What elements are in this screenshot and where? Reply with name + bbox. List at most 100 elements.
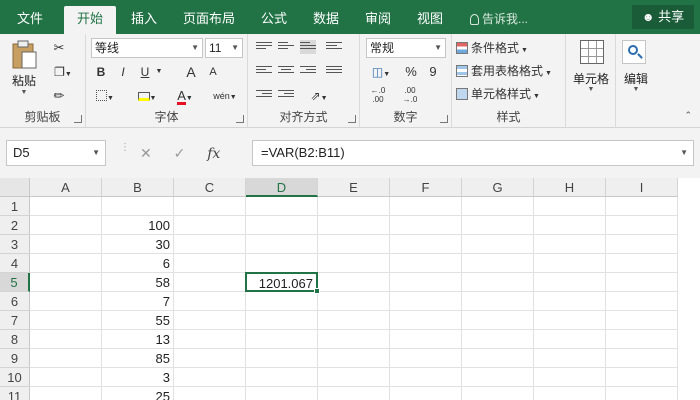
share-button[interactable]: ☻ 共享 xyxy=(632,5,694,29)
cell-f2[interactable] xyxy=(390,216,462,235)
cell-h8[interactable] xyxy=(534,330,606,349)
cell-b10[interactable]: 3 xyxy=(102,368,174,387)
tab-insert[interactable]: 插入 xyxy=(122,6,166,34)
font-color-button[interactable]: A▼ xyxy=(170,86,200,106)
cell-e6[interactable] xyxy=(318,292,390,311)
cell-b8[interactable]: 13 xyxy=(102,330,174,349)
row-header-4[interactable]: 4 xyxy=(0,254,30,273)
cell-d4[interactable] xyxy=(246,254,318,273)
cell-g2[interactable] xyxy=(462,216,534,235)
clipboard-launcher-icon[interactable] xyxy=(74,115,82,123)
enter-icon[interactable]: ✓ xyxy=(174,145,186,161)
cell-h6[interactable] xyxy=(534,292,606,311)
font-name-combo[interactable]: 等线 ▼ xyxy=(91,38,203,58)
cell-a10[interactable] xyxy=(30,368,102,387)
underline-dropdown[interactable]: ▼ xyxy=(154,62,164,82)
cell-a6[interactable] xyxy=(30,292,102,311)
cell-b5[interactable]: 58 xyxy=(102,273,174,292)
column-header-f[interactable]: F xyxy=(390,178,462,197)
tell-me-search[interactable]: 告诉我... xyxy=(470,6,528,32)
row-header-2[interactable]: 2 xyxy=(0,216,30,235)
tab-review[interactable]: 审阅 xyxy=(356,6,400,34)
column-header-a[interactable]: A xyxy=(30,178,102,197)
cell-g3[interactable] xyxy=(462,235,534,254)
wrap-text-icon[interactable] xyxy=(326,40,342,54)
insert-function-button[interactable]: fx xyxy=(207,146,220,162)
cell-i10[interactable] xyxy=(606,368,678,387)
cell-a11[interactable] xyxy=(30,387,102,400)
cell-f7[interactable] xyxy=(390,311,462,330)
fill-color-button[interactable]: ▼ xyxy=(132,86,162,106)
decrease-decimal-button[interactable]: .00 →.0 xyxy=(398,86,422,106)
cell-f3[interactable] xyxy=(390,235,462,254)
cell-b3[interactable]: 30 xyxy=(102,235,174,254)
formula-bar-splitter[interactable]: ⋮ xyxy=(120,143,130,153)
column-header-e[interactable]: E xyxy=(318,178,390,197)
cell-c6[interactable] xyxy=(174,292,246,311)
column-header-i[interactable]: I xyxy=(606,178,678,197)
cell-d5[interactable]: 1201.067 xyxy=(245,272,318,292)
cell-h7[interactable] xyxy=(534,311,606,330)
cell-g8[interactable] xyxy=(462,330,534,349)
column-header-d[interactable]: D xyxy=(246,178,318,197)
cell-e4[interactable] xyxy=(318,254,390,273)
cell-g1[interactable] xyxy=(462,197,534,216)
cell-a2[interactable] xyxy=(30,216,102,235)
cell-h4[interactable] xyxy=(534,254,606,273)
cell-a9[interactable] xyxy=(30,349,102,368)
cell-g9[interactable] xyxy=(462,349,534,368)
cell-e1[interactable] xyxy=(318,197,390,216)
number-launcher-icon[interactable] xyxy=(440,115,448,123)
cell-d10[interactable] xyxy=(246,368,318,387)
bold-button[interactable]: B xyxy=(92,62,110,82)
group-cells[interactable]: 单元格 ▼ xyxy=(566,34,616,128)
cell-a1[interactable] xyxy=(30,197,102,216)
cell-h3[interactable] xyxy=(534,235,606,254)
row-header-7[interactable]: 7 xyxy=(0,311,30,330)
format-painter-button[interactable]: ✏ xyxy=(48,86,70,106)
name-box[interactable]: D5 ▼ xyxy=(6,140,106,166)
row-header-9[interactable]: 9 xyxy=(0,349,30,368)
bottom-align-icon[interactable] xyxy=(300,40,316,54)
increase-font-button[interactable]: A xyxy=(182,62,200,82)
cell-e5[interactable] xyxy=(318,273,390,292)
cell-i4[interactable] xyxy=(606,254,678,273)
increase-decimal-button[interactable]: ←.0.00 xyxy=(366,86,390,106)
cell-i9[interactable] xyxy=(606,349,678,368)
tab-page-layout[interactable]: 页面布局 xyxy=(176,6,242,34)
worksheet-grid[interactable]: A B C D E F G H I 1 2 100 3 30 4 6 5 58 1201.067 6 7 7 55 8 13 9 8… xyxy=(0,178,700,400)
cell-i1[interactable] xyxy=(606,197,678,216)
cell-h9[interactable] xyxy=(534,349,606,368)
cell-f1[interactable] xyxy=(390,197,462,216)
cell-d3[interactable] xyxy=(246,235,318,254)
row-header-11[interactable]: 11 xyxy=(0,387,30,400)
cell-d9[interactable] xyxy=(246,349,318,368)
cell-d1[interactable] xyxy=(246,197,318,216)
align-left-icon[interactable] xyxy=(256,64,272,78)
cell-h1[interactable] xyxy=(534,197,606,216)
cell-e3[interactable] xyxy=(318,235,390,254)
cell-d6[interactable] xyxy=(246,292,318,311)
select-all-corner[interactable] xyxy=(0,178,30,197)
group-editing[interactable]: 编辑 ▼ xyxy=(616,34,656,128)
cell-b11[interactable]: 25 xyxy=(102,387,174,400)
cell-a8[interactable] xyxy=(30,330,102,349)
cell-e8[interactable] xyxy=(318,330,390,349)
formula-input[interactable]: =VAR(B2:B11) ▼ xyxy=(252,140,694,166)
number-format-combo[interactable]: 常规 ▼ xyxy=(366,38,446,58)
cell-g4[interactable] xyxy=(462,254,534,273)
column-header-g[interactable]: G xyxy=(462,178,534,197)
percent-button[interactable]: % xyxy=(402,62,420,82)
middle-align-icon[interactable] xyxy=(278,40,294,54)
cell-b1[interactable] xyxy=(102,197,174,216)
cell-e2[interactable] xyxy=(318,216,390,235)
cell-e10[interactable] xyxy=(318,368,390,387)
cut-button[interactable]: ✂ xyxy=(48,38,70,58)
cell-a5[interactable] xyxy=(30,273,102,292)
cell-e11[interactable] xyxy=(318,387,390,400)
cell-i2[interactable] xyxy=(606,216,678,235)
merge-center-icon[interactable] xyxy=(326,64,342,78)
cell-f10[interactable] xyxy=(390,368,462,387)
cell-e7[interactable] xyxy=(318,311,390,330)
tab-file[interactable]: 文件 xyxy=(8,6,52,34)
